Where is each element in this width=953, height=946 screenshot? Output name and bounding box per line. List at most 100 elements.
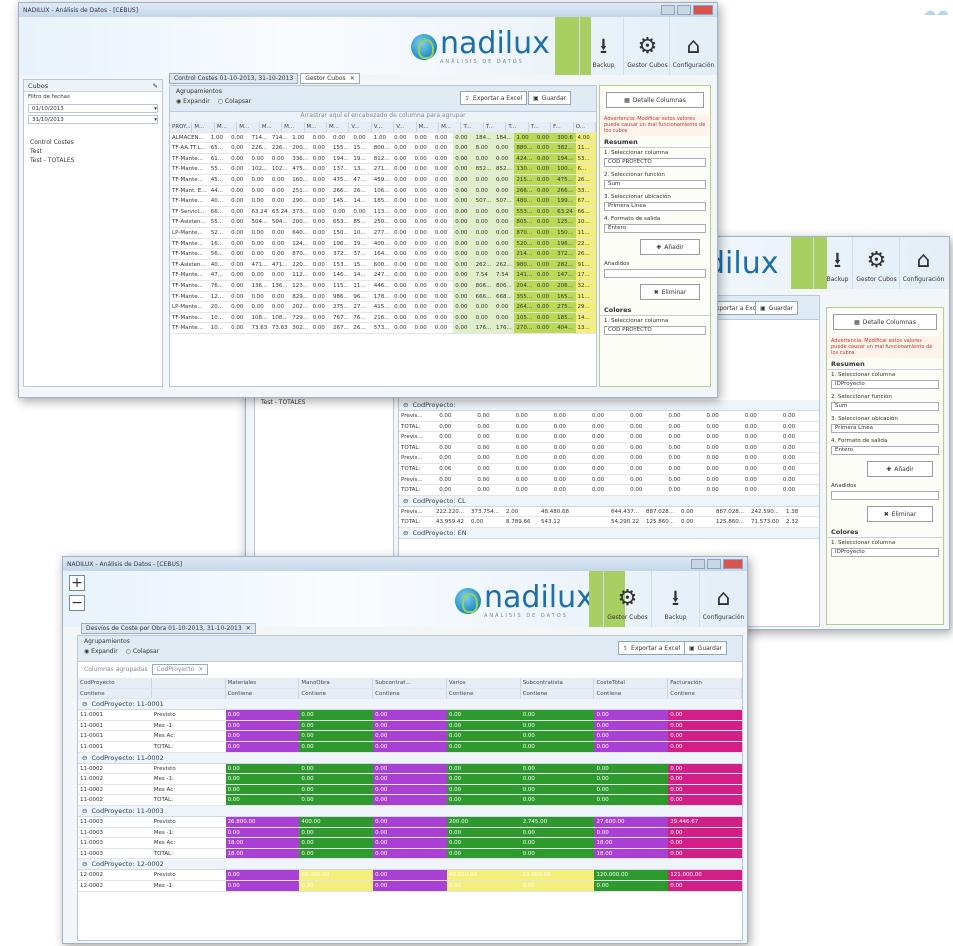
table-row[interactable]: 11-0001 Mes Ac: 0.00 0.00 0.00 0.00 0.00 0.00 0.… [78, 731, 742, 742]
export-excel-button[interactable]: ⇪Exportar a Excel [460, 91, 528, 105]
table-row[interactable]: ALMACEN... 1.00 0.00 714... 714... 1.00 0.00 0.… [170, 132, 596, 144]
table-row[interactable]: LP-Mante... 20... 0.00 0.00 0.00 202... 0.00 27… [170, 302, 596, 313]
collapse-group-icon[interactable]: ⊖ [82, 860, 87, 868]
colores-select[interactable]: COD PROYECTO [604, 326, 706, 335]
minimize-button[interactable] [661, 5, 675, 15]
date-to-field[interactable]: 31/10/2013 ▾ [28, 115, 158, 124]
column-header[interactable]: M... [259, 122, 283, 132]
table-row[interactable]: TF-Mante... 40... 0.00 0.00 0.00 290... 0.00 14… [170, 196, 596, 207]
table-row[interactable]: 11-0002 Mes -1: 0.00 0.00 0.00 0.00 0.00 0.00 0.… [78, 774, 742, 785]
group-header[interactable]: ⊖ CodProyecto: 11-0003 [78, 805, 742, 817]
add-button[interactable]: ✚ Añadir [640, 239, 700, 255]
table-row[interactable]: LP-Mante... 52... 0.00 0.00 0.00 640... 0.00 15… [170, 227, 596, 239]
column-header[interactable]: V... [349, 122, 372, 132]
maximize-button[interactable] [707, 559, 721, 569]
filter-cell[interactable]: Contiene [668, 688, 742, 699]
tab-control-costes[interactable]: Control Costes 01-10-2013, 31-10-2013 [169, 73, 299, 84]
column-header[interactable]: Materiales [225, 678, 300, 688]
added-select[interactable] [831, 491, 939, 500]
save-button[interactable]: ▣ Guardar [528, 91, 572, 105]
close-button[interactable] [723, 559, 743, 569]
column-details-button[interactable]: ▦ Detalle Columnas [606, 92, 704, 108]
column-header[interactable]: M... [237, 122, 260, 132]
column-header[interactable]: T... [461, 122, 484, 132]
table-row[interactable]: TF-AA.TT.L... 65... 0.00 226... 226... 200...… [170, 143, 596, 154]
column-header[interactable]: Varios [446, 678, 521, 688]
added-select[interactable] [604, 269, 706, 278]
table-row[interactable]: TF-Asisten... 55... 0.00 504... 504... 200...… [170, 217, 596, 228]
table-row[interactable]: 11-0002 Mes Ac: 0.00 0.00 0.00 0.00 0.00 0.00 0.… [78, 784, 742, 796]
column-header[interactable]: M... [192, 122, 215, 132]
table-row[interactable]: Previs... 0.00 0.00 0.00 0.00 0.00 0.00 0.00 0.0… [399, 411, 819, 422]
add-button[interactable]: ✚ Añadir [867, 461, 933, 477]
table-row[interactable]: TOTAL: 0.00 0.00 0.00 0.00 0.00 0.00 0.00 0.00 0.… [399, 443, 819, 454]
table-row[interactable]: 12-0002 Previsto 0.00 69.000.00 0.00 40.000.0… [78, 870, 742, 881]
group-header[interactable]: ⊖ CodProyecto: 11-0002 [78, 752, 742, 764]
table-row[interactable]: 11-0002 Previsto 0.00 0.00 0.00 0.00 0.00 0.00 0… [78, 763, 742, 775]
tree-item-test-totales[interactable]: Test - TOTALES [24, 156, 162, 165]
column-header[interactable]: Subcontratista [520, 678, 595, 688]
backup-button[interactable]: ⭳ Backup [651, 571, 699, 627]
tab-desvios-coste[interactable]: Desvíos de Coste por Obra 01-10-2013, 31… [81, 623, 256, 634]
tree-item-test[interactable]: Test [24, 147, 162, 156]
maximize-button[interactable] [677, 5, 691, 15]
column-header[interactable]: M... [416, 122, 440, 132]
tab-gestor-cubos[interactable]: Gestor Cubos ✕ [300, 73, 360, 84]
group-header[interactable]: ⊖ CodProyecto: CL [399, 495, 819, 507]
gestor-cubos-button[interactable]: ⚙ Gestor Cubos [852, 237, 900, 289]
table-row[interactable]: 11-0003 TOTAL: 18.00 0.00 0.00 0.00 0.00 18.00 0… [78, 848, 742, 860]
table-row[interactable]: TOTAL: 43.959.42 0.00 8.789.66 543.12 54.290.… [399, 517, 819, 528]
close-icon[interactable]: ✕ [350, 75, 355, 82]
group-header[interactable]: ⊖ CodProyecto: 12-0002 [78, 859, 742, 871]
table-row[interactable]: 12-0002 Mes -1: 0.00 0.00 0.00 0.00 0.00 0.00 0.… [78, 880, 742, 892]
column-header[interactable]: CosteTotal [594, 678, 669, 688]
table-row[interactable]: TF-Mante... 16... 0.00 0.00 0.00 124... 0.00 19… [170, 238, 596, 250]
filter-cell[interactable] [151, 688, 226, 699]
close-icon[interactable]: ✕ [246, 625, 251, 632]
backup-button[interactable]: ⭳ Backup [579, 17, 627, 75]
collapse-group-icon[interactable]: ⊖ [82, 700, 87, 708]
column-header[interactable]: M... [326, 122, 350, 132]
column-header[interactable]: ManoObra [299, 678, 374, 688]
table-row[interactable]: TF-Mante... 47... 0.00 0.00 0.00 112... 0.00 14… [170, 270, 596, 281]
tree-item-test-totales[interactable]: Test - TOTALES [255, 398, 393, 407]
delete-button[interactable]: ✖ Eliminar [640, 284, 700, 300]
group-header[interactable]: ⊖ CodProyecto: [399, 400, 819, 411]
filter-cell[interactable]: Contiene [520, 688, 595, 699]
table-row[interactable]: 11-0003 Mes Ac: 18.00 0.00 0.00 0.00 0.00 18.00… [78, 838, 742, 849]
column-header[interactable]: M... [214, 122, 238, 132]
column-header[interactable]: O... [573, 122, 596, 132]
table-row[interactable]: TF-Mante... 12... 0.00 0.00 0.00 829... 0.00 98… [170, 291, 596, 303]
gestor-cubos-button[interactable]: ⚙ Gestor Cubos [623, 17, 671, 75]
configuracion-button[interactable]: ⌂ Configuración [899, 237, 947, 289]
table-row[interactable]: TOTAL: 0.00 0.00 0.00 0.00 0.00 0.00 0.00 0.00 0.… [399, 485, 819, 496]
zoom-out-button[interactable]: − [69, 595, 85, 611]
collapse-group-icon[interactable]: ⊖ [82, 754, 87, 762]
close-icon[interactable]: ✕ [198, 666, 203, 673]
zoom-in-button[interactable]: + [69, 575, 85, 591]
select-field[interactable]: Entero [831, 446, 939, 455]
colores-select[interactable]: IDProyecto [831, 548, 939, 557]
collapse-group-icon[interactable]: ⊖ [403, 497, 408, 505]
group-header[interactable]: ⊖ CodProyecto: EN [399, 527, 819, 539]
filter-cell[interactable]: Contiene [225, 688, 300, 699]
select-field[interactable]: Sum [831, 402, 939, 411]
collapse-radio[interactable]: ○ Colapsar [126, 648, 159, 655]
select-field[interactable]: COD PROYECTO [604, 158, 706, 167]
expand-radio[interactable]: ◉ Expandir [176, 98, 210, 105]
column-header[interactable]: V... [394, 122, 417, 132]
column-header[interactable]: V... [371, 122, 395, 132]
column-header[interactable]: F... [551, 122, 574, 132]
table-row[interactable]: TOTAL: 0.06 0.00 0.00 0.00 0.00 0.00 0.00 0.00 0.… [399, 464, 819, 475]
collapse-group-icon[interactable]: ⊖ [403, 529, 408, 537]
table-row[interactable]: Previs... 222.220... 373.754... 2.00 48.480.… [399, 507, 819, 518]
table-row[interactable]: TF-Mante... 55... 0.00 102... 102... 475... 0.… [170, 164, 596, 175]
filter-cell[interactable]: Contiene [78, 688, 152, 699]
select-field[interactable]: Sum [604, 180, 706, 189]
table-row[interactable]: TF-Mante... 45... 0.00 0.00 0.00 160... 0.00 47… [170, 174, 596, 186]
table-row[interactable]: TF-Mante... 56... 0.00 0.00 0.00 870... 0.00 37… [170, 249, 596, 260]
table-row[interactable]: TF-Servici... 66... 0.00 63.24 63.24 373... 0.… [170, 206, 596, 218]
table-row[interactable]: Previs... 0.00 0.00 0.00 0.00 0.00 0.00 0.00 0.0… [399, 453, 819, 464]
collapse-group-icon[interactable]: ⊖ [82, 807, 87, 815]
desvios-grid[interactable]: CodProyecto Materiales ManoObra Subcontrat.… [78, 678, 742, 940]
